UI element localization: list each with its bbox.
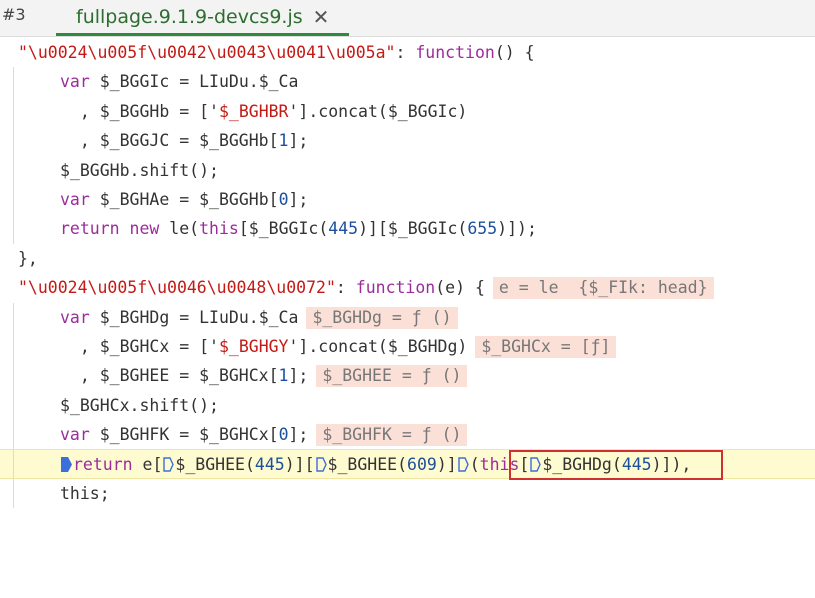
breakpoint-marker-icon[interactable] — [61, 457, 72, 473]
code-text: ]; — [288, 366, 309, 386]
breakpoint-location-icon[interactable] — [163, 457, 175, 473]
code-text: , $_BGHEE = $_BGHCx[ — [60, 366, 279, 386]
code-line: "\u0024\u005f\u0042\u0043\u0041\u005a": … — [0, 38, 815, 67]
code-text: )][ — [284, 455, 315, 475]
code-text: $_BGHEE( — [175, 455, 255, 475]
code-text: (e) { — [435, 278, 485, 298]
code-line: $_BGHCx.shift(); — [0, 390, 815, 421]
code-text: '].concat($_BGHDg) — [288, 336, 468, 356]
indent-guide — [13, 96, 14, 127]
code-text: () { — [494, 43, 535, 62]
inline-value-hint[interactable]: $_BGHCx = [ƒ] — [475, 335, 617, 358]
code-editor[interactable]: "\u0024\u005f\u0042\u0043\u0041\u005a": … — [0, 38, 815, 509]
code-text: le( — [159, 219, 200, 239]
string-literal: $_BGHBR — [218, 101, 289, 121]
number-literal: 0 — [278, 425, 289, 445]
indent-guide — [13, 361, 14, 391]
number-literal: 655 — [467, 219, 498, 239]
code-line: var $_BGHFK = $_BGHCx[0]; $_BGHFK = ƒ () — [0, 420, 815, 450]
code-line: return new le(this[$_BGGIc(445)][$_BGGIc… — [0, 214, 815, 244]
code-line: , $_BGHEE = $_BGHCx[1]; $_BGHEE = ƒ () — [0, 361, 815, 391]
code-text: [$_BGGIc( — [238, 219, 329, 239]
code-line: this; — [0, 478, 815, 509]
code-text: )]); — [497, 219, 537, 239]
code-text: $_BGGHb.shift(); — [60, 160, 219, 180]
code-text: , $_BGGJC = $_BGGHb[ — [60, 131, 279, 151]
code-line: $_BGGHb.shift(); — [0, 155, 815, 185]
number-literal: 445 — [254, 455, 285, 475]
code-line: "\u0024\u005f\u0046\u0048\u0072": functi… — [0, 273, 815, 302]
indent-guide — [13, 478, 14, 509]
number-literal: 445 — [328, 219, 359, 239]
close-icon[interactable]: ✕ — [313, 5, 330, 29]
code-text: this; — [60, 483, 110, 503]
code-text: }, — [18, 248, 38, 268]
indent-guide — [13, 184, 14, 215]
indent-guide — [13, 302, 14, 332]
code-text: e[ — [132, 455, 163, 475]
indent-guide — [13, 126, 14, 156]
breakpoint-location-icon[interactable] — [315, 457, 327, 473]
code-text: ]; — [288, 131, 309, 151]
code-line: var $_BGGIc = LIuDu.$_Ca — [0, 67, 815, 97]
code-line: , $_BGGHb = ['$_BGHBR'].concat($_BGGIc) — [0, 96, 815, 127]
code-text: $_BGHDg = LIuDu.$_Ca — [89, 307, 299, 327]
number-literal: 1 — [278, 131, 289, 151]
code-text: )][$_BGGIc( — [358, 219, 468, 239]
indent-guide — [13, 155, 14, 185]
breakpoint-location-icon[interactable] — [458, 457, 469, 473]
inline-value-hint[interactable]: e = le {$_FIk: head} — [492, 277, 714, 300]
indent-guide — [13, 420, 14, 450]
keyword: function — [415, 43, 495, 62]
keyword: var — [60, 72, 90, 92]
inline-value-hint[interactable]: $_BGHDg = ƒ () — [306, 306, 458, 329]
inline-value-hint[interactable]: $_BGHFK = ƒ () — [316, 424, 468, 447]
code-text: ]; — [288, 189, 309, 209]
code-line: }, — [0, 244, 815, 273]
string-literal: $_BGHGY — [218, 336, 289, 356]
code-text: , $_BGHCx = [' — [60, 336, 219, 356]
code-text: $_BGHFK = $_BGHCx[ — [89, 425, 279, 445]
code-line: , $_BGHCx = ['$_BGHGY'].concat($_BGHDg) $… — [0, 331, 815, 362]
keyword: var — [60, 425, 90, 445]
string-literal: "\u0024\u005f\u0046\u0048\u0072" — [18, 278, 336, 298]
indent-guide — [13, 390, 14, 421]
code-text: $_BGHCx.shift(); — [60, 395, 219, 415]
tab-label: fullpage.9.1.9-devcs9.js — [76, 5, 303, 28]
code-text: : — [395, 43, 416, 62]
keyword: function — [355, 278, 436, 298]
keyword: return — [73, 455, 133, 475]
number-literal: 1 — [278, 366, 289, 386]
code-text: )] — [436, 455, 457, 475]
code-text: $_BGHEE( — [327, 455, 408, 475]
tab-bar: #3 fullpage.9.1.9-devcs9.js ✕ — [0, 0, 815, 37]
keyword: return — [60, 219, 120, 239]
keyword: var — [60, 307, 90, 327]
indent-guide — [13, 214, 14, 244]
indent-guide — [13, 67, 14, 97]
indent-guide — [13, 450, 14, 478]
number-literal: 609 — [407, 455, 437, 475]
code-line: var $_BGHAe = $_BGGHb[0]; — [0, 184, 815, 215]
code-text: , $_BGGHb = [' — [60, 101, 219, 121]
code-text: '].concat($_BGGIc) — [288, 101, 468, 121]
tab-active-file[interactable]: fullpage.9.1.9-devcs9.js ✕ — [56, 0, 350, 36]
string-literal: "\u0024\u005f\u0042\u0043\u0041\u005a" — [18, 43, 396, 62]
number-literal: 0 — [278, 189, 289, 209]
keyword: this — [199, 219, 239, 239]
annotation-highlight-box — [509, 450, 723, 481]
keyword: var — [60, 189, 90, 209]
indent-guide — [13, 331, 14, 362]
code-text: ]; — [288, 425, 309, 445]
tab-number[interactable]: #3 — [2, 5, 26, 24]
code-text: $_BGGIc = LIuDu.$_Ca — [89, 72, 299, 92]
code-text: : — [335, 278, 356, 298]
paused-code-line: return e[$_BGHEE(445)][$_BGHEE(609)] (thi… — [0, 449, 815, 481]
code-line: , $_BGGJC = $_BGGHb[1]; — [0, 126, 815, 156]
code-line: var $_BGHDg = LIuDu.$_Ca $_BGHDg = ƒ () — [0, 302, 815, 332]
keyword: new — [129, 219, 160, 239]
code-text: $_BGHAe = $_BGGHb[ — [89, 189, 279, 209]
inline-value-hint[interactable]: $_BGHEE = ƒ () — [316, 365, 468, 388]
